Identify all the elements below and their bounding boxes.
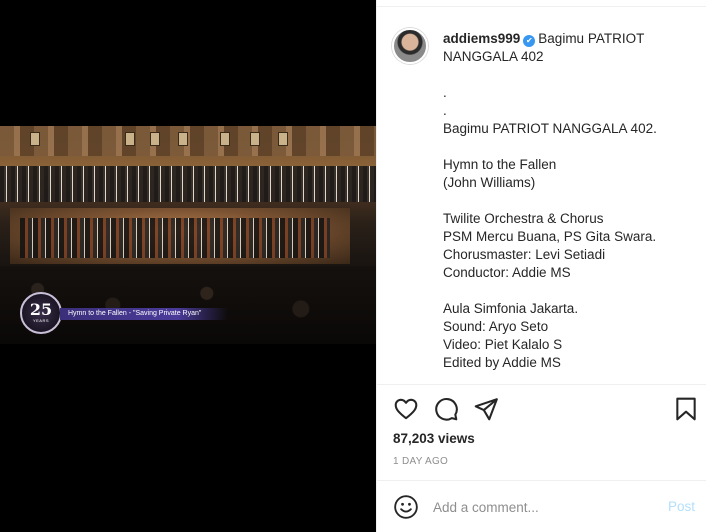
caption-line: Video: Piet Kalalo S — [443, 337, 563, 352]
like-button[interactable] — [393, 396, 419, 422]
caption-line: (John Williams) — [443, 175, 536, 190]
smiley-icon — [394, 495, 418, 519]
caption-line: NANGGALA 402 — [443, 49, 544, 64]
bookmark-icon — [676, 397, 696, 421]
hall-portrait — [150, 132, 160, 146]
post-caption: addiems999 ✔ Bagimu PATRIOT NANGGALA 402 .… — [443, 30, 693, 372]
emoji-button[interactable] — [393, 494, 419, 520]
badge-text: YEARS — [32, 318, 50, 323]
hall-portrait — [178, 132, 188, 146]
share-button[interactable] — [473, 396, 499, 422]
caption-line: Edited by Addie MS — [443, 355, 561, 370]
concert-hall-organ — [0, 126, 376, 156]
caption-line: Bagimu PATRIOT — [538, 31, 645, 46]
anniversary-badge: 25 YEARS — [20, 292, 62, 334]
video-caption-overlay: Hymn to the Fallen - "Saving Private Rya… — [60, 308, 228, 320]
avatar[interactable] — [392, 28, 428, 64]
comment-button[interactable] — [433, 396, 459, 422]
caption-line: Bagimu PATRIOT NANGGALA 402. — [443, 121, 657, 136]
caption-scroll-area[interactable]: addiems999 ✔ Bagimu PATRIOT NANGGALA 402 .… — [377, 8, 706, 384]
hall-portrait — [125, 132, 135, 146]
hall-portrait — [250, 132, 260, 146]
post-comment-button[interactable]: Post — [668, 499, 695, 514]
caption-line: Hymn to the Fallen — [443, 157, 557, 172]
post-timestamp[interactable]: 1 DAY AGO — [393, 456, 448, 467]
caption-line: . — [443, 85, 447, 100]
caption-line: Sound: Aryo Seto — [443, 319, 549, 334]
hall-portrait — [220, 132, 230, 146]
video-player[interactable]: 25 YEARS Hymn to the Fallen - "Saving Pr… — [0, 0, 376, 532]
video-frame[interactable]: 25 YEARS Hymn to the Fallen - "Saving Pr… — [0, 126, 376, 344]
post-sidebar: addiems999 ✔ Bagimu PATRIOT NANGGALA 402 .… — [376, 0, 706, 532]
caption-line: PSM Mercu Buana, PS Gita Swara. — [443, 229, 657, 244]
save-button[interactable] — [673, 396, 699, 422]
heart-icon — [394, 398, 418, 420]
caption-line: Chorusmaster: Levi Setiadi — [443, 247, 606, 262]
comment-input[interactable] — [433, 497, 653, 517]
caption-line: Conductor: Addie MS — [443, 265, 571, 280]
actions-divider — [377, 384, 706, 385]
comment-bubble-icon — [435, 398, 458, 421]
choir-rows — [0, 166, 376, 202]
orchestra — [20, 218, 330, 258]
header-divider — [377, 0, 706, 7]
username-link[interactable]: addiems999 — [443, 31, 520, 46]
badge-number: 25 — [29, 300, 53, 319]
hall-portrait — [30, 132, 40, 146]
caption-line: . — [443, 103, 447, 118]
comment-divider — [377, 480, 706, 481]
view-count[interactable]: 87,203 views — [393, 431, 475, 446]
caption-line: Twilite Orchestra & Chorus — [443, 211, 604, 226]
hall-portrait — [278, 132, 288, 146]
paper-plane-icon — [474, 398, 498, 421]
caption-line: Aula Simfonia Jakarta. — [443, 301, 579, 316]
verified-badge-icon: ✔ — [523, 35, 536, 47]
